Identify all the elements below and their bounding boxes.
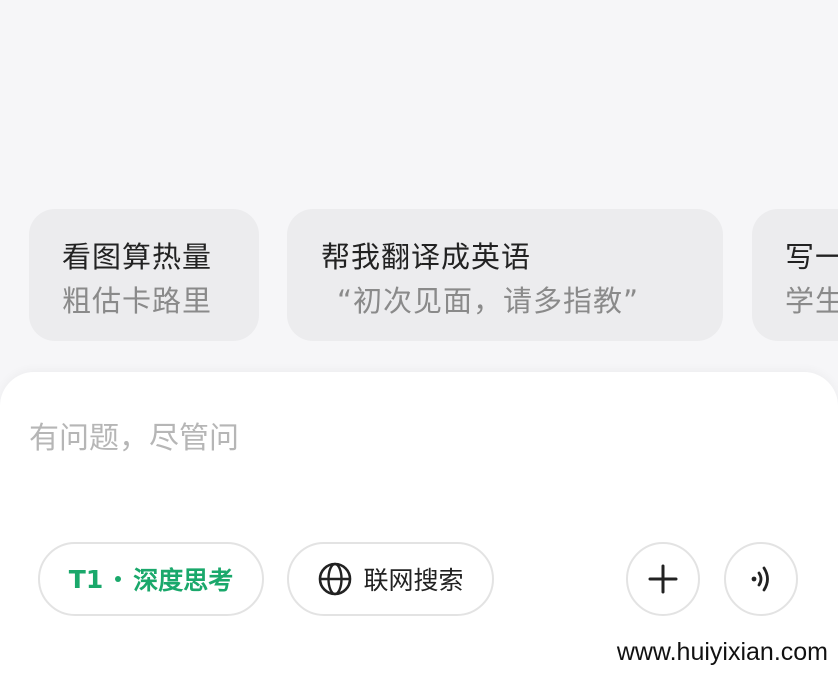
suggestion-card-calorie[interactable]: 看图算热量 粗估卡路里 bbox=[29, 209, 259, 341]
suggestion-subtitle: “初次见面，请多指教” bbox=[337, 284, 640, 318]
plus-icon bbox=[648, 564, 678, 594]
globe-icon bbox=[319, 562, 352, 596]
web-search-label: 联网搜索 bbox=[363, 566, 464, 595]
watermark-text: www.huiyixian.com bbox=[610, 635, 834, 669]
suggestion-subtitle: 粗估卡路里 bbox=[62, 284, 213, 318]
web-search-toggle[interactable]: 联网搜索 bbox=[287, 542, 494, 616]
deep-think-label: 深度思考 bbox=[133, 566, 234, 595]
add-button[interactable] bbox=[626, 542, 700, 616]
suggestion-carousel: 看图算热量 粗估卡路里 帮我翻译成英语 “初次见面，请多指教” 写一 学生 bbox=[0, 0, 838, 380]
deep-think-toggle[interactable]: T1 深度思考 bbox=[38, 542, 264, 616]
suggestion-card-write[interactable]: 写一 学生 bbox=[752, 209, 838, 341]
model-name: T1 bbox=[68, 564, 104, 594]
voice-button[interactable] bbox=[724, 542, 798, 616]
prompt-input[interactable] bbox=[29, 416, 789, 460]
suggestion-title: 帮我翻译成英语 bbox=[321, 240, 532, 274]
separator-dot bbox=[115, 576, 122, 582]
suggestion-card-translate[interactable]: 帮我翻译成英语 “初次见面，请多指教” bbox=[287, 209, 723, 341]
suggestion-title: 写一 bbox=[785, 240, 838, 274]
suggestion-title: 看图算热量 bbox=[62, 240, 213, 274]
suggestion-subtitle: 学生 bbox=[785, 284, 838, 318]
voice-icon bbox=[751, 566, 769, 592]
